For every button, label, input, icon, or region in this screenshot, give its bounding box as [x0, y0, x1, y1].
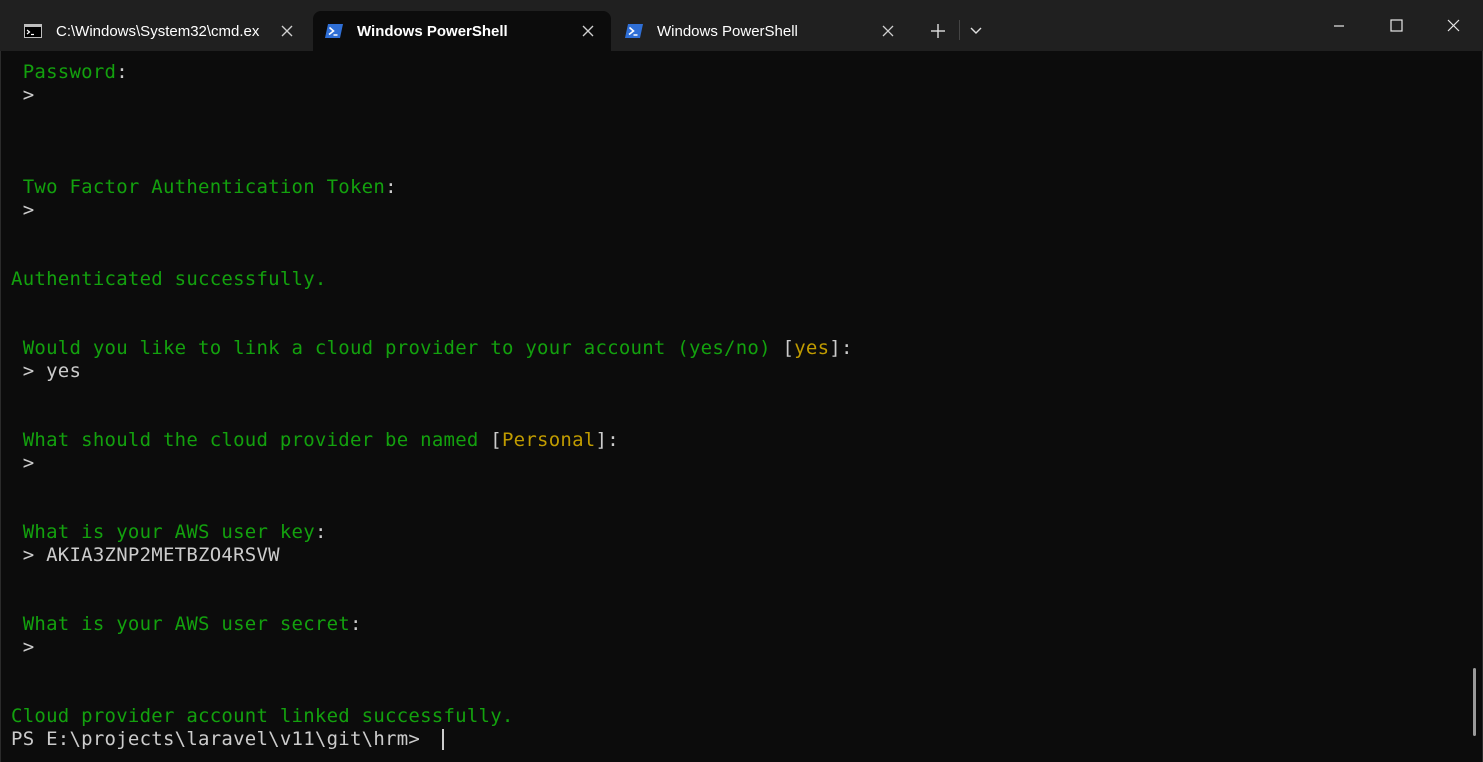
terminal-line-prompt: > [22, 199, 35, 221]
close-icon [281, 25, 293, 37]
terminal-line-link-answer: > yes [22, 360, 82, 382]
cmd-icon [24, 23, 42, 39]
close-icon [882, 25, 894, 37]
maximize-button[interactable] [1367, 0, 1425, 51]
tab-title: C:\Windows\System32\cmd.ex [56, 22, 260, 40]
powershell-icon [625, 23, 643, 39]
maximize-icon [1389, 19, 1403, 32]
tab-title: Windows PowerShell [357, 22, 508, 40]
minimize-icon [1334, 24, 1344, 27]
terminal-line-prompt: > [22, 636, 35, 658]
plus-icon [931, 24, 945, 38]
terminal-line-tfa-label: Two Factor Authentication Token: [22, 176, 397, 198]
terminal-line-linked-success: Cloud provider account linked successful… [11, 705, 514, 727]
terminal-output[interactable] [0, 51, 1483, 762]
tab-powershell[interactable]: Windows PowerShell [613, 11, 911, 51]
close-icon [582, 25, 594, 37]
text-cursor [442, 729, 444, 750]
terminal-line-password-label: Password: [22, 61, 128, 83]
tab-title: Windows PowerShell [657, 22, 798, 40]
terminal-line-prompt: > [22, 452, 35, 474]
powershell-prompt[interactable]: PS E:\projects\laravel\v11\git\hrm> [11, 728, 432, 751]
scrollbar-thumb[interactable] [1473, 668, 1476, 736]
tab-close-button[interactable] [875, 18, 901, 44]
terminal-line-link-question: Would you like to link a cloud provider … [22, 337, 853, 359]
new-tab-button[interactable] [920, 16, 956, 46]
tab-close-button[interactable] [274, 18, 300, 44]
terminal-line-key-answer: > AKIA3ZNP2METBZO4RSVW [22, 544, 280, 566]
title-bar: C:\Windows\System32\cmd.ex Windows Power… [0, 0, 1483, 51]
terminal-line-name-question: What should the cloud provider be named … [22, 429, 619, 451]
minimize-button[interactable] [1310, 0, 1368, 51]
powershell-icon [325, 23, 343, 39]
close-window-button[interactable] [1424, 0, 1482, 51]
terminal-window: C:\Windows\System32\cmd.ex Windows Power… [0, 0, 1483, 762]
terminal-line-key-question: What is your AWS user key: [22, 521, 327, 543]
tab-powershell-active[interactable]: Windows PowerShell [313, 11, 611, 51]
terminal-line-auth-success: Authenticated successfully. [11, 268, 327, 290]
chevron-down-icon [970, 27, 982, 34]
terminal-line-prompt: > [22, 84, 35, 106]
tab-cmd[interactable]: C:\Windows\System32\cmd.ex [12, 11, 310, 51]
terminal-line-secret-question: What is your AWS user secret: [22, 613, 362, 635]
tab-dropdown-button[interactable] [958, 16, 994, 46]
close-icon [1447, 19, 1459, 32]
tab-close-button[interactable] [575, 18, 601, 44]
